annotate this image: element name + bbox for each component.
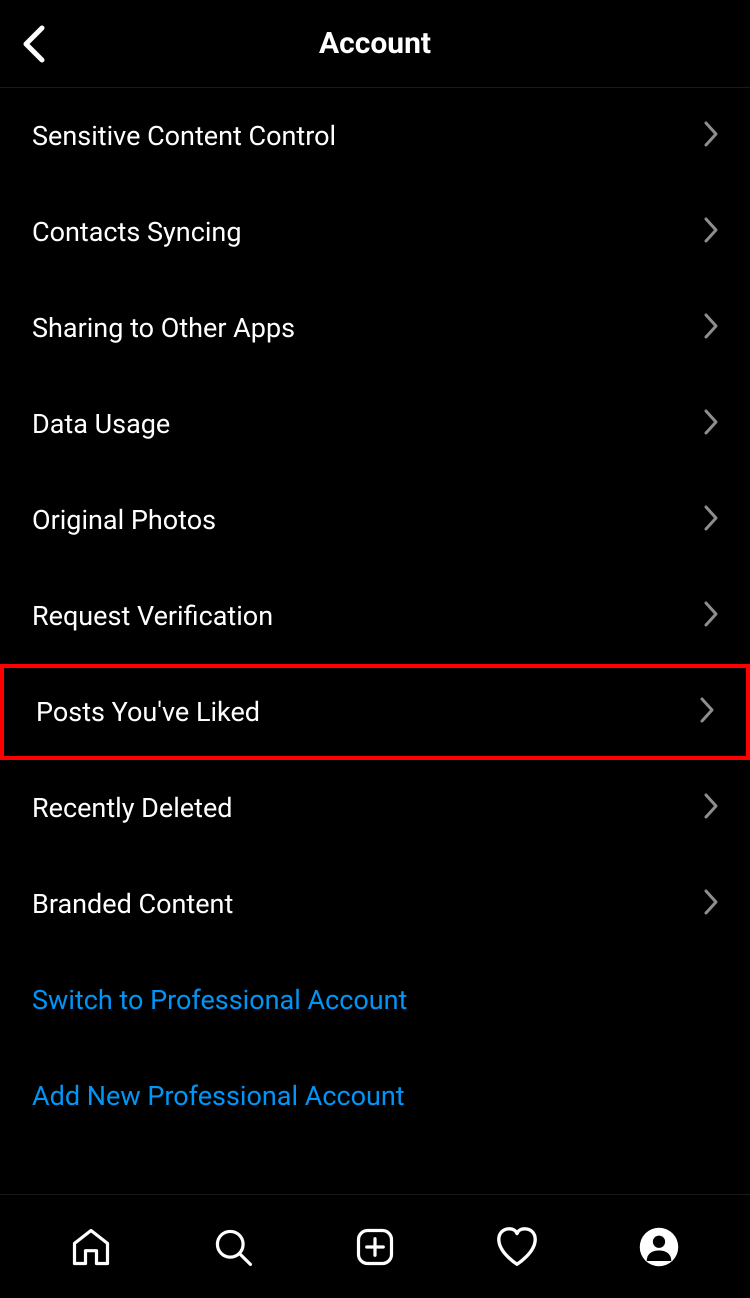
row-original-photos[interactable]: Original Photos <box>0 472 750 568</box>
chevron-right-icon <box>704 793 718 823</box>
row-data-usage[interactable]: Data Usage <box>0 376 750 472</box>
row-branded-content[interactable]: Branded Content <box>0 856 750 952</box>
row-label: Request Verification <box>32 600 273 632</box>
row-request-verification[interactable]: Request Verification <box>0 568 750 664</box>
link-add-professional[interactable]: Add New Professional Account <box>0 1048 750 1144</box>
plus-square-icon <box>353 1225 397 1269</box>
row-label: Branded Content <box>32 888 233 920</box>
page-title: Account <box>0 26 750 61</box>
search-icon <box>211 1225 255 1269</box>
nav-home[interactable] <box>61 1217 121 1277</box>
back-button[interactable] <box>12 22 56 66</box>
row-label: Data Usage <box>32 408 170 440</box>
settings-list: Sensitive Content Control Contacts Synci… <box>0 88 750 1194</box>
chevron-right-icon <box>704 889 718 919</box>
nav-activity[interactable] <box>487 1217 547 1277</box>
home-icon <box>69 1225 113 1269</box>
chevron-right-icon <box>704 121 718 151</box>
row-label: Sensitive Content Control <box>32 120 336 152</box>
heart-icon <box>494 1224 540 1270</box>
chevron-right-icon <box>704 505 718 535</box>
row-label: Posts You've Liked <box>36 696 260 728</box>
row-sharing-to-other-apps[interactable]: Sharing to Other Apps <box>0 280 750 376</box>
row-label: Sharing to Other Apps <box>32 312 295 344</box>
row-label: Contacts Syncing <box>32 216 242 248</box>
chevron-right-icon <box>700 697 714 727</box>
chevron-right-icon <box>704 409 718 439</box>
nav-search[interactable] <box>203 1217 263 1277</box>
row-sensitive-content-control[interactable]: Sensitive Content Control <box>0 88 750 184</box>
nav-create[interactable] <box>345 1217 405 1277</box>
chevron-right-icon <box>704 217 718 247</box>
link-switch-professional[interactable]: Switch to Professional Account <box>0 952 750 1048</box>
chevron-right-icon <box>704 313 718 343</box>
row-recently-deleted[interactable]: Recently Deleted <box>0 760 750 856</box>
chevron-right-icon <box>704 601 718 631</box>
row-posts-youve-liked[interactable]: Posts You've Liked <box>0 664 750 760</box>
nav-profile[interactable] <box>629 1217 689 1277</box>
bottom-nav <box>0 1194 750 1298</box>
link-label: Add New Professional Account <box>32 1080 405 1112</box>
chevron-left-icon <box>20 24 48 64</box>
header: Account <box>0 0 750 88</box>
row-contacts-syncing[interactable]: Contacts Syncing <box>0 184 750 280</box>
profile-icon <box>638 1226 680 1268</box>
link-label: Switch to Professional Account <box>32 984 407 1016</box>
row-label: Recently Deleted <box>32 792 232 824</box>
row-label: Original Photos <box>32 504 216 536</box>
